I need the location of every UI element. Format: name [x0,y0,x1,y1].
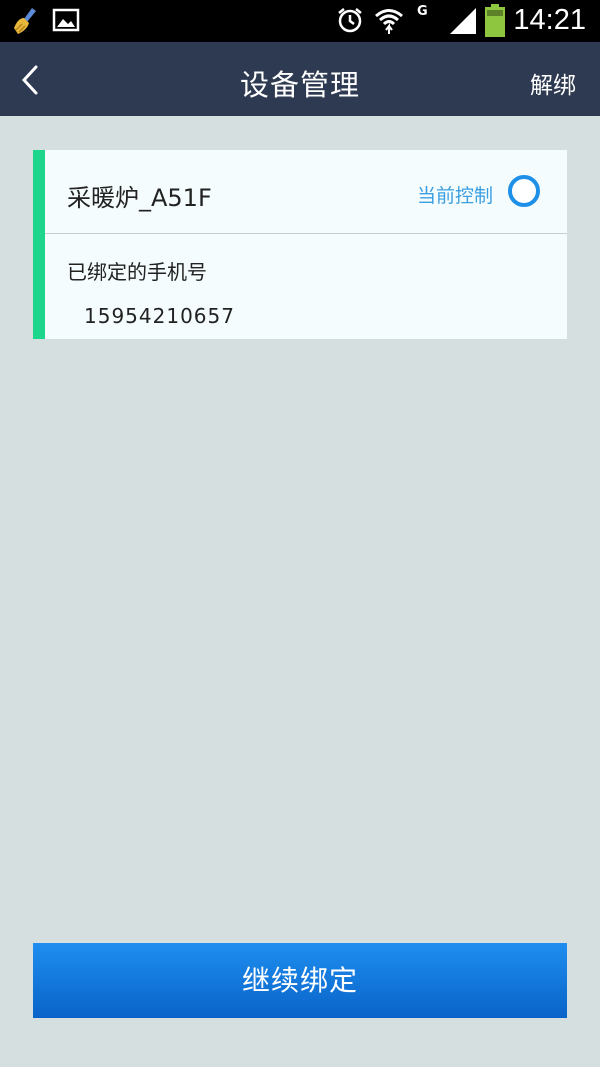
image-icon [52,8,80,32]
radio-selected-icon[interactable] [508,175,540,207]
device-name: 采暖炉_A51F [67,184,212,212]
network-type-label: G [417,4,428,19]
device-card[interactable]: 采暖炉_A51F 当前控制 已绑定的手机号 15954210657 [33,150,567,339]
bound-phone-number: 15954210657 [84,304,235,328]
wifi-icon [375,9,403,34]
page-title: 设备管理 [239,68,360,102]
alarm-icon [338,8,362,33]
divider [45,233,567,234]
broom-icon [14,8,36,34]
battery-icon [485,4,505,37]
status-bar: G 14:21 [0,0,600,42]
app-header: 设备管理 解绑 [0,42,600,116]
clock-time: 14:21 [513,4,586,36]
current-control-label[interactable]: 当前控制 [417,181,493,208]
signal-icon [450,8,476,34]
bound-phone-heading: 已绑定的手机号 [67,260,207,284]
unbind-button[interactable]: 解绑 [530,66,576,100]
continue-bind-button[interactable]: 继续绑定 [33,943,567,1018]
card-accent-bar [33,150,45,339]
